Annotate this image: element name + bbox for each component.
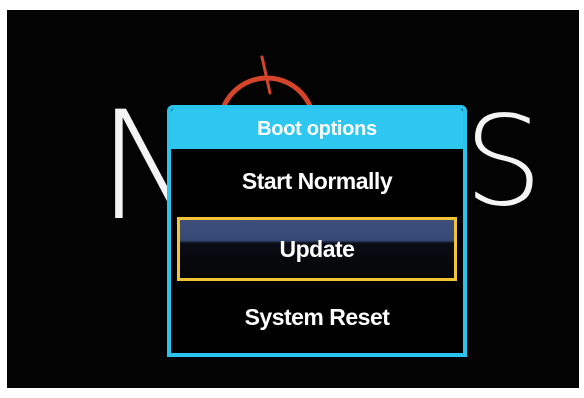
display-screen: N S Boot options Start Normally Update S… (7, 10, 579, 388)
dialog-header: Boot options (171, 109, 463, 149)
logo-letter-s: S (464, 90, 543, 234)
menu-item-update[interactable]: Update (177, 217, 457, 281)
menu-item-system-reset[interactable]: System Reset (177, 285, 457, 349)
menu-item-start-normally[interactable]: Start Normally (177, 149, 457, 213)
boot-menu-list: Start Normally Update System Reset (171, 149, 463, 353)
menu-item-label: Start Normally (241, 167, 393, 194)
menu-item-label: Update (279, 235, 355, 262)
dialog-title: Boot options (257, 117, 377, 140)
boot-options-dialog: Boot options Start Normally Update Syste… (167, 105, 467, 357)
menu-item-label: System Reset (244, 303, 390, 330)
